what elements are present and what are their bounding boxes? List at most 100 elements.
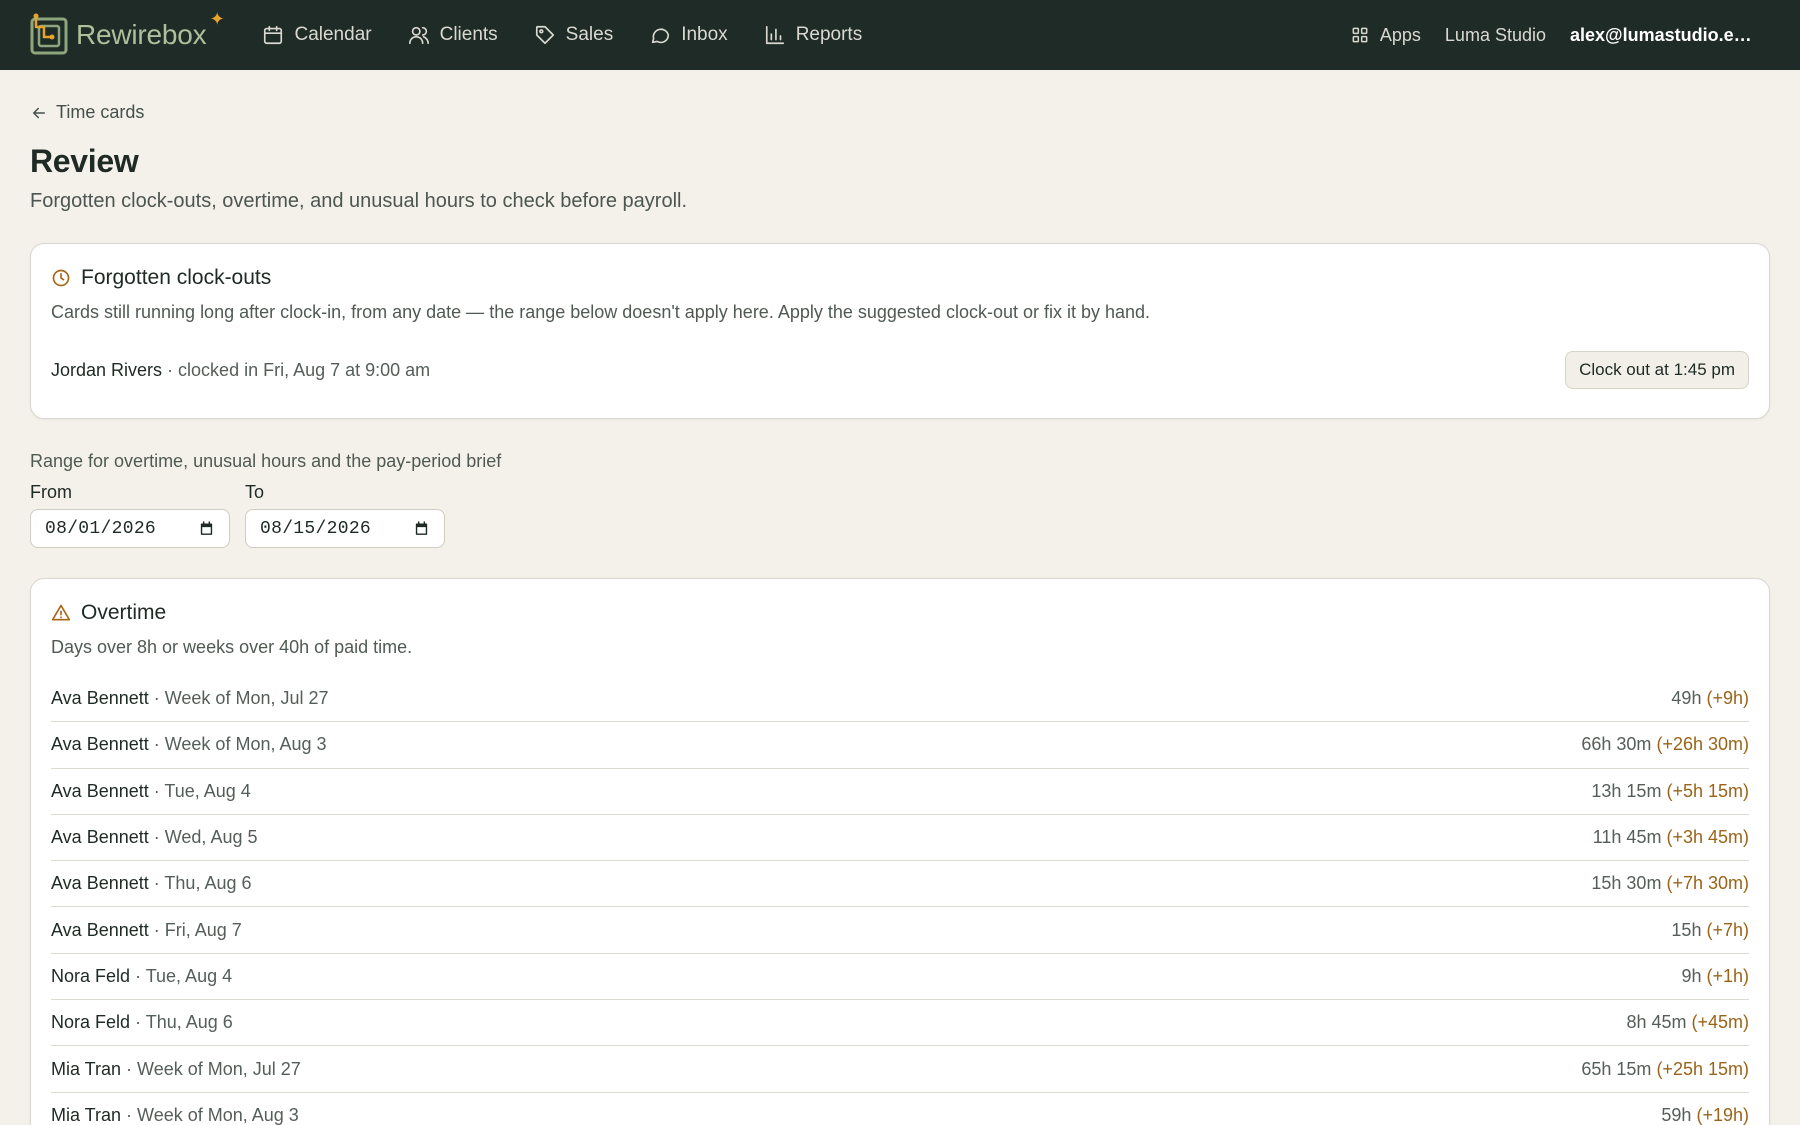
page-title: Review bbox=[30, 143, 139, 179]
overtime-extra: (+3h 45m) bbox=[1666, 827, 1749, 848]
overtime-row: Nora Feld · Thu, Aug 6 8h 45m (+45m) bbox=[51, 1000, 1749, 1047]
main-content: Time cards Review Forgotten clock-outs, … bbox=[0, 70, 1800, 1125]
back-link-time-cards[interactable]: Time cards bbox=[30, 102, 1770, 123]
clients-icon bbox=[408, 26, 429, 45]
calendar-picker-icon[interactable] bbox=[413, 520, 430, 537]
card-title: Forgotten clock-outs bbox=[81, 266, 272, 289]
overtime-row: Nora Feld · Tue, Aug 4 9h (+1h) bbox=[51, 954, 1749, 1001]
account-menu[interactable]: alex@lumastudio.exam... bbox=[1570, 25, 1770, 46]
forgotten-clockout-row: Jordan Rivers · clocked in Fri, Aug 7 at… bbox=[51, 351, 1749, 389]
overtime-row: Mia Tran · Week of Mon, Aug 3 59h (+19h) bbox=[51, 1093, 1749, 1125]
nav-item-sales[interactable]: Sales bbox=[516, 24, 632, 46]
from-field: From 08/01/2026 bbox=[30, 482, 230, 548]
overtime-row: Ava Bennett · Thu, Aug 6 15h 30m (+7h 30… bbox=[51, 861, 1749, 908]
overtime-row: Ava Bennett · Week of Mon, Jul 27 49h (+… bbox=[51, 676, 1749, 723]
overtime-extra: (+26h 30m) bbox=[1656, 734, 1749, 755]
nav-item-label: Clients bbox=[439, 24, 498, 45]
to-date-input[interactable]: 08/15/2026 bbox=[245, 509, 445, 548]
from-label: From bbox=[30, 482, 72, 502]
range-label: Range for overtime, unusual hours and th… bbox=[30, 451, 502, 471]
overtime-extra: (+7h 30m) bbox=[1666, 873, 1749, 894]
overtime-extra: (+1h) bbox=[1706, 965, 1749, 986]
employee-name: Mia Tran bbox=[51, 1104, 122, 1125]
warning-icon bbox=[51, 604, 71, 621]
nav-item-reports[interactable]: Reports bbox=[746, 24, 881, 46]
to-label: To bbox=[245, 482, 265, 502]
date-range-controls: From 08/01/2026 To 08/15/2026 bbox=[30, 482, 1770, 548]
rewirebox-logo-icon bbox=[30, 13, 68, 55]
period: · Week of Mon, Jul 27 bbox=[121, 1058, 301, 1079]
period: · Thu, Aug 6 bbox=[130, 1012, 233, 1033]
employee-name: Nora Feld bbox=[51, 1012, 131, 1033]
apply-clock-out-button[interactable]: Clock out at 1:45 pm bbox=[1565, 351, 1749, 389]
apps-label: Apps bbox=[1379, 24, 1421, 45]
tag-icon bbox=[535, 25, 554, 45]
nav-item-label: Sales bbox=[565, 24, 614, 45]
brand-name: Rewirebox ✦ bbox=[76, 9, 225, 51]
employee-name: Ava Bennett bbox=[51, 919, 149, 940]
nav-item-calendar[interactable]: Calendar bbox=[244, 24, 389, 46]
card-description: Cards still running long after clock-in,… bbox=[51, 302, 1151, 322]
hours-total: 65h 15m bbox=[1581, 1058, 1657, 1079]
employee-name: Ava Bennett bbox=[51, 688, 149, 709]
employee-name: Mia Tran bbox=[51, 1058, 122, 1079]
studio-switcher[interactable]: Luma Studio bbox=[1445, 25, 1546, 46]
employee-name: Ava Bennett bbox=[51, 827, 149, 848]
overtime-extra: (+9h) bbox=[1706, 688, 1749, 709]
brand[interactable]: Rewirebox ✦ bbox=[30, 9, 225, 57]
nav-item-clients[interactable]: Clients bbox=[390, 24, 516, 46]
nav-item-label: Inbox bbox=[681, 24, 728, 45]
overtime-extra: (+5h 15m) bbox=[1666, 780, 1749, 801]
clock-in-meta: · clocked in Fri, Aug 7 at 9:00 am bbox=[162, 359, 431, 380]
period: · Tue, Aug 4 bbox=[148, 780, 251, 801]
hours-total: 13h 15m bbox=[1591, 780, 1667, 801]
to-date-value: 08/15/2026 bbox=[260, 518, 372, 539]
from-date-input[interactable]: 08/01/2026 bbox=[30, 509, 230, 548]
main-nav: Calendar Clients Sales Inbox Reports bbox=[244, 24, 880, 46]
calendar-icon bbox=[264, 25, 283, 45]
employee-name: Jordan Rivers bbox=[51, 359, 163, 380]
top-navigation-bar: Rewirebox ✦ Calendar Clients Sales Inbox… bbox=[0, 0, 1800, 70]
hours-total: 15h 30m bbox=[1591, 873, 1667, 894]
nav-item-label: Calendar bbox=[294, 24, 372, 45]
employee-name: Ava Bennett bbox=[51, 780, 149, 801]
back-link-label: Time cards bbox=[56, 102, 145, 122]
card-description: Days over 8h or weeks over 40h of paid t… bbox=[51, 637, 413, 657]
overtime-extra: (+25h 15m) bbox=[1656, 1058, 1749, 1079]
period: · Week of Mon, Aug 3 bbox=[121, 1104, 299, 1125]
period: · Wed, Aug 5 bbox=[148, 827, 258, 848]
overtime-extra: (+7h) bbox=[1706, 919, 1749, 940]
overtime-row: Ava Bennett · Fri, Aug 7 15h (+7h) bbox=[51, 907, 1749, 954]
hours-total: 8h 45m bbox=[1626, 1012, 1692, 1033]
employee-name: Ava Bennett bbox=[51, 873, 149, 894]
calendar-picker-icon[interactable] bbox=[198, 520, 215, 537]
clock-icon bbox=[52, 269, 70, 287]
nav-item-inbox[interactable]: Inbox bbox=[631, 24, 745, 46]
apps-button[interactable]: Apps bbox=[1350, 25, 1421, 46]
to-field: To 08/15/2026 bbox=[245, 482, 445, 548]
period: · Tue, Aug 4 bbox=[130, 965, 233, 986]
overtime-row: Ava Bennett · Week of Mon, Aug 3 66h 30m… bbox=[51, 722, 1749, 769]
hours-total: 11h 45m bbox=[1592, 827, 1667, 848]
hours-total: 9h bbox=[1681, 965, 1707, 986]
overtime-list: Ava Bennett · Week of Mon, Jul 27 49h (+… bbox=[51, 676, 1749, 1125]
forgotten-clockouts-card: Forgotten clock-outs Cards still running… bbox=[30, 243, 1770, 419]
hours-total: 59h bbox=[1661, 1104, 1697, 1125]
overtime-row: Mia Tran · Week of Mon, Jul 27 65h 15m (… bbox=[51, 1046, 1749, 1093]
period: · Week of Mon, Aug 3 bbox=[148, 734, 327, 755]
overtime-extra: (+19h) bbox=[1696, 1104, 1749, 1125]
employee-name: Nora Feld bbox=[51, 965, 131, 986]
hours-total: 66h 30m bbox=[1581, 734, 1657, 755]
page-subtitle: Forgotten clock-outs, overtime, and unus… bbox=[30, 190, 688, 212]
chat-bubble-icon bbox=[652, 28, 670, 44]
arrow-left-icon bbox=[33, 107, 45, 118]
sparkle-icon: ✦ bbox=[209, 9, 225, 29]
overtime-row: Ava Bennett · Wed, Aug 5 11h 45m (+3h 45… bbox=[51, 815, 1749, 862]
bar-chart-icon bbox=[765, 25, 784, 45]
from-date-value: 08/01/2026 bbox=[45, 518, 157, 539]
brand-name-text: Rewirebox bbox=[76, 19, 207, 50]
period: · Week of Mon, Jul 27 bbox=[148, 688, 329, 709]
overtime-extra: (+45m) bbox=[1691, 1012, 1749, 1033]
employee-name: Ava Bennett bbox=[51, 734, 149, 755]
card-title: Overtime bbox=[81, 601, 167, 624]
